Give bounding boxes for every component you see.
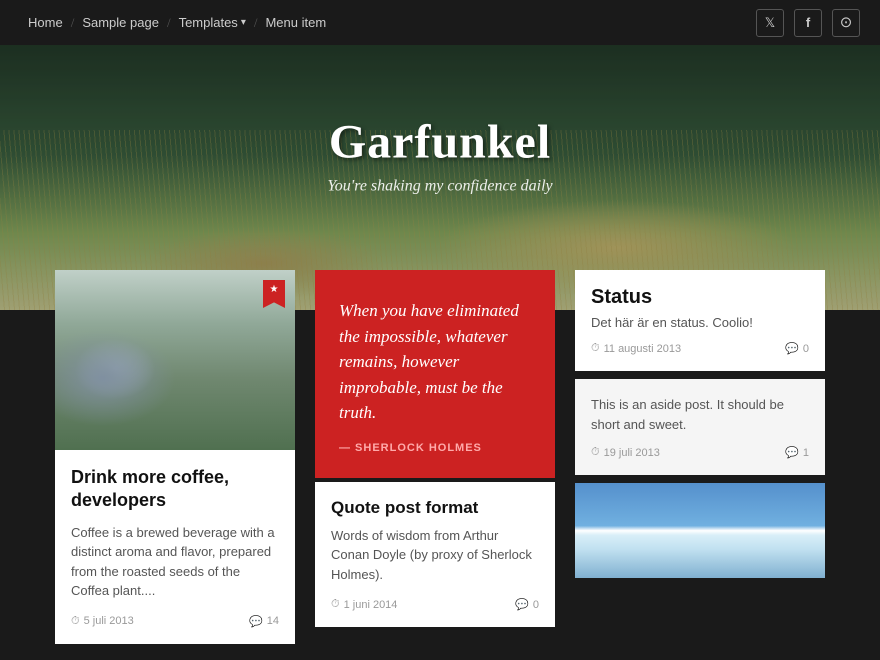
aside-text: This is an aside post. It should be shor…: [591, 395, 809, 434]
clock-icon-2: [331, 598, 340, 611]
aside-card: This is an aside post. It should be shor…: [575, 379, 825, 475]
clock-icon-3: [591, 342, 600, 355]
status-date: 11 augusti 2013: [591, 342, 681, 355]
column-2: When you have eliminated the impossible,…: [315, 270, 555, 627]
quote-post-excerpt: Words of wisdom from Arthur Conan Doyle …: [331, 526, 539, 585]
hero-subtitle: You're shaking my confidence daily: [327, 178, 552, 196]
post1-title[interactable]: Drink more coffee, developers: [71, 466, 279, 513]
comment-icon-2: 💬: [515, 598, 529, 611]
aside-meta: 19 juli 2013 💬 1: [591, 446, 809, 459]
nav-sample-page[interactable]: Sample page: [74, 15, 167, 30]
quote-post-title[interactable]: Quote post format: [331, 498, 539, 518]
post1-meta: 5 juli 2013 💬 14: [71, 615, 279, 628]
post1-date: 5 juli 2013: [71, 615, 134, 628]
aside-comments: 💬 1: [785, 446, 809, 459]
facebook-icon[interactable]: f: [794, 9, 822, 37]
quote-author: — SHERLOCK HOLMES: [339, 442, 531, 454]
post1-excerpt: Coffee is a brewed beverage with a disti…: [71, 523, 279, 601]
quote-post-card: Quote post format Words of wisdom from A…: [315, 482, 555, 628]
bottom-image-card: [575, 483, 825, 578]
twitter-icon[interactable]: 𝕏: [756, 9, 784, 37]
quote-text: When you have eliminated the impossible,…: [339, 298, 531, 426]
nav-left: Home / Sample page / Templates ▾ / Menu …: [20, 15, 756, 31]
navbar: Home / Sample page / Templates ▾ / Menu …: [0, 0, 880, 45]
post1-text-area: Drink more coffee, developers Coffee is …: [55, 450, 295, 644]
comment-icon-3: 💬: [785, 342, 799, 355]
instagram-icon[interactable]: ⊙: [832, 9, 860, 37]
nav-menu-item[interactable]: Menu item: [257, 15, 334, 30]
column-1: ★ Drink more coffee, developers Coffee i…: [55, 270, 295, 644]
hero-content: Garfunkel You're shaking my confidence d…: [327, 115, 552, 196]
post1-image: ★: [55, 270, 295, 450]
status-card: Status Det här är en status. Coolio! 11 …: [575, 270, 825, 371]
mountain-scene: [575, 483, 825, 578]
column-3: Status Det här är en status. Coolio! 11 …: [575, 270, 825, 578]
aside-date: 19 juli 2013: [591, 446, 660, 459]
quote-post-comments: 💬 0: [515, 598, 539, 611]
clock-icon-4: [591, 446, 600, 459]
status-text: Det här är en status. Coolio!: [591, 315, 809, 330]
quote-card: When you have eliminated the impossible,…: [315, 270, 555, 478]
cards-section: ★ Drink more coffee, developers Coffee i…: [0, 270, 880, 660]
comment-icon-4: 💬: [785, 446, 799, 459]
nav-templates[interactable]: Templates ▾: [171, 15, 254, 30]
chevron-down-icon: ▾: [241, 17, 246, 28]
quote-post-date: 1 juni 2014: [331, 598, 397, 611]
status-title[interactable]: Status: [591, 286, 809, 309]
hero-title: Garfunkel: [327, 115, 552, 170]
post1-comments: 💬 14: [249, 615, 279, 628]
nav-social: 𝕏 f ⊙: [756, 9, 860, 37]
quote-post-meta: 1 juni 2014 💬 0: [331, 598, 539, 611]
comment-icon: 💬: [249, 615, 263, 628]
status-comments: 💬 0: [785, 342, 809, 355]
status-meta: 11 augusti 2013 💬 0: [591, 342, 809, 355]
nav-home[interactable]: Home: [20, 15, 71, 30]
clock-icon: [71, 615, 80, 628]
post1-image-bg: [55, 270, 295, 450]
hero-section: Garfunkel You're shaking my confidence d…: [0, 0, 880, 310]
